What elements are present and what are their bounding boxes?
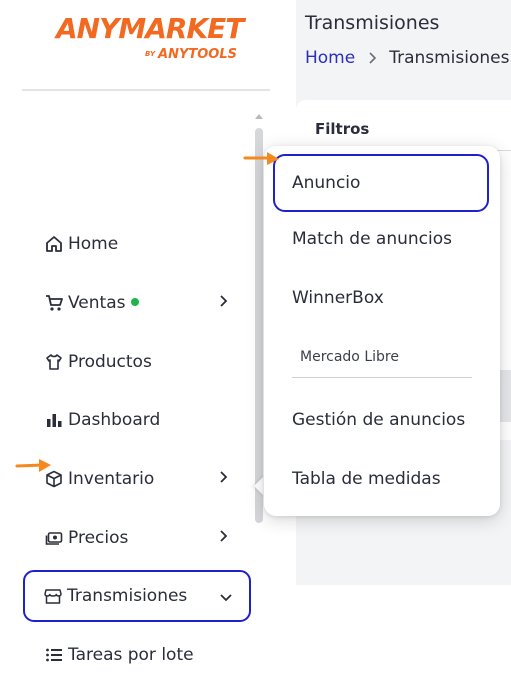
submenu-item-winnerbox[interactable]: WinnerBox — [292, 288, 384, 308]
list-icon — [44, 645, 64, 665]
sidebar: ANYMARKET BY ANYTOOLS Home Ventas Product… — [0, 0, 296, 665]
sidebar-scrollbar[interactable] — [255, 128, 263, 523]
money-icon — [44, 528, 64, 548]
submenu-item-label: Anuncio — [292, 173, 361, 193]
cart-icon — [44, 293, 64, 313]
submenu-item-anuncio[interactable]: Anuncio — [273, 154, 489, 212]
sidebar-item-dashboard[interactable]: Dashboard — [22, 399, 250, 441]
sidebar-item-precios[interactable]: Precios — [22, 517, 250, 559]
chevron-down-icon[interactable] — [219, 590, 233, 604]
breadcrumb: Home Transmisiones — [305, 48, 509, 68]
breadcrumb-current: Transmisiones — [389, 48, 510, 68]
submenu-section-label: Mercado Libre — [300, 349, 399, 365]
logo-anytools-text: ANYTOOLS — [158, 47, 238, 62]
logo-by-text: BY — [145, 50, 156, 58]
sidebar-item-transmisiones[interactable]: Transmisiones — [23, 570, 251, 622]
submenu-divider — [292, 377, 472, 378]
status-dot — [131, 298, 140, 306]
sidebar-item-label: Tareas por lote — [68, 645, 194, 665]
sidebar-item-home[interactable]: Home — [22, 223, 250, 265]
sidebar-item-label: Productos — [68, 352, 152, 372]
sidebar-item-tareas-por-lote[interactable]: Tareas por lote — [22, 634, 250, 676]
home-icon — [44, 234, 64, 254]
sidebar-item-label: Ventas — [68, 293, 126, 313]
sidebar-divider — [22, 89, 270, 91]
annotation-arrow-icon — [243, 152, 279, 165]
sidebar-item-inventario[interactable]: Inventario — [22, 458, 250, 500]
sidebar-item-productos[interactable]: Productos — [22, 341, 250, 383]
sidebar-item-ventas[interactable]: Ventas — [22, 282, 250, 324]
page-title: Transmisiones — [305, 12, 440, 34]
anymarket-logo[interactable]: ANYMARKET BY ANYTOOLS — [56, 12, 244, 68]
breadcrumb-home-link[interactable]: Home — [305, 48, 355, 68]
submenu-item-tabla-de-medidas[interactable]: Tabla de medidas — [292, 469, 441, 489]
scrollbar-up-arrow[interactable] — [255, 114, 263, 119]
logo-subtitle: BY ANYTOOLS — [145, 47, 237, 62]
chevron-right-icon[interactable] — [216, 529, 230, 543]
store-icon — [43, 586, 63, 606]
annotation-arrow-icon — [15, 459, 51, 472]
chevron-right-icon[interactable] — [216, 294, 230, 308]
submenu-item-gestion-de-anuncios[interactable]: Gestión de anuncios — [292, 410, 465, 430]
submenu-item-match-de-anuncios[interactable]: Match de anuncios — [292, 229, 452, 249]
bar-chart-icon — [44, 410, 64, 430]
logo-wordmark: ANYMARKET — [56, 12, 244, 45]
sidebar-item-label: Home — [68, 234, 119, 254]
chevron-right-icon — [369, 52, 377, 64]
sidebar-item-label: Dashboard — [68, 410, 161, 430]
shirt-icon — [44, 352, 64, 372]
filters-title: Filtros — [315, 120, 370, 138]
chevron-right-icon[interactable] — [216, 470, 230, 484]
